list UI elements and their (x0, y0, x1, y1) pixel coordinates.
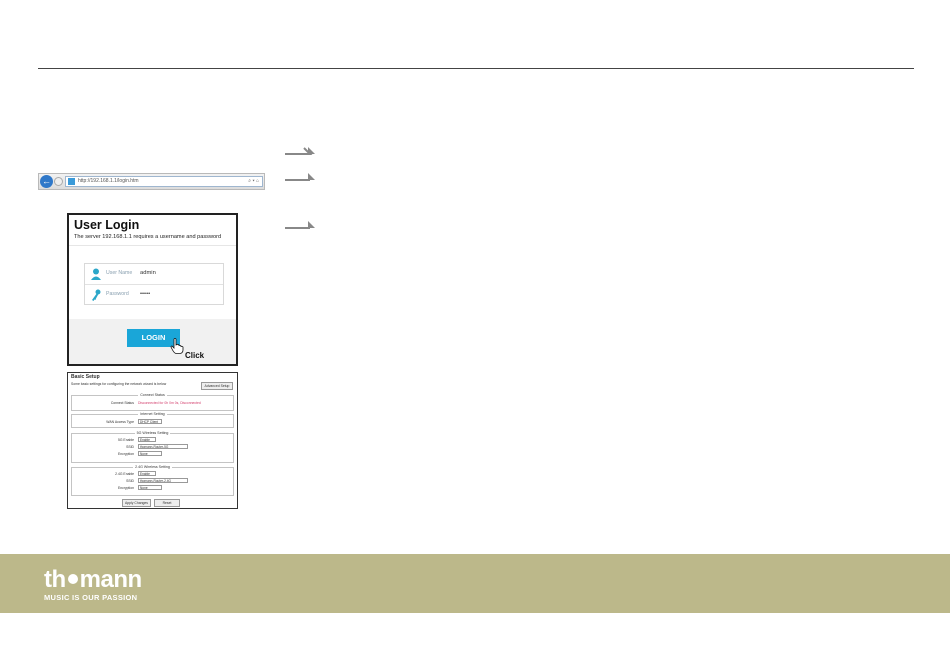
username-label: User Name (106, 270, 133, 276)
hand-cursor-icon (170, 338, 184, 354)
browser-address-bar: ← http://192.168.1.1/login.htm ⌕ ▾ ⌂ (38, 173, 265, 190)
encryption-24g-select[interactable]: None (138, 485, 162, 490)
click-label: Click (185, 351, 205, 360)
advanced-setup-button[interactable]: Advanced Setup (201, 382, 233, 390)
connect-status-value: Disconnected for 0h 0m 0s, Disconnected (138, 401, 201, 405)
login-subtitle: The server 192.168.1.1 requires a userna… (74, 234, 222, 240)
password-input[interactable]: ••••• (140, 291, 150, 297)
user-icon (91, 268, 101, 280)
basic-setup-panel: Basic Setup Some basic settings for conf… (67, 372, 238, 509)
header-rule (38, 68, 914, 69)
internet-setting-section: Internet Setting WAN Access Type DHCP Cl… (71, 412, 234, 428)
connect-status-label: Connect Status (110, 401, 134, 405)
username-input[interactable]: admin (140, 270, 156, 276)
thomann-logo: th mann (44, 568, 142, 592)
logo-text-right: mann (79, 566, 143, 593)
ssid-24g-label: SSID (126, 479, 134, 483)
ssid-24g-input[interactable]: thomann-Router-2.4G (138, 478, 188, 483)
wireless-5g-section: 5G Wireless Setting 5G Enable Enable SSI… (71, 431, 234, 463)
arrow-right-icon (285, 173, 315, 181)
enable-5g-label: 5G Enable (117, 438, 134, 442)
wireless-24g-section: 2.4G Wireless Setting 2.4G Enable Enable… (71, 465, 234, 496)
arrow-right-icon (285, 147, 315, 155)
back-arrow-icon[interactable]: ← (40, 175, 53, 188)
wireless-24g-header: 2.4G Wireless Setting (133, 465, 172, 469)
reset-button[interactable]: Reset (154, 499, 180, 507)
password-row[interactable]: Password ••••• (85, 285, 223, 305)
encryption-5g-label: Encryption (117, 452, 134, 456)
key-icon (92, 289, 101, 301)
encryption-24g-label: Encryption (117, 486, 134, 490)
address-tools: ⌕ ▾ ⌂ (248, 178, 259, 184)
login-title: User Login (74, 218, 140, 232)
address-field[interactable]: http://192.168.1.1/login.htm ⌕ ▾ ⌂ (65, 176, 263, 187)
enable-24g-select[interactable]: Enable (138, 471, 156, 476)
setup-title: Basic Setup (71, 374, 100, 380)
login-form: User Name admin Password ••••• (84, 263, 224, 305)
internet-setting-header: Internet Setting (138, 412, 167, 416)
login-dialog: User Login The server 192.168.1.1 requir… (67, 213, 238, 366)
apply-changes-button[interactable]: Apply Changes (122, 499, 151, 507)
ssid-5g-input[interactable]: thomann-Router-5G (138, 444, 188, 449)
forward-icon[interactable] (54, 177, 63, 186)
enable-5g-select[interactable]: Enable (138, 437, 156, 442)
enable-24g-label: 2.4G Enable (115, 472, 134, 476)
brand-footer-bar (0, 554, 950, 613)
wan-access-type-select[interactable]: DHCP Client (138, 419, 162, 424)
arrow-right-icon (285, 221, 315, 229)
password-label: Password (106, 291, 129, 297)
logo-text-left: th (44, 566, 66, 593)
username-row[interactable]: User Name admin (85, 264, 223, 285)
encryption-5g-select[interactable]: None (138, 451, 162, 456)
connect-status-header: Connect Status (138, 393, 167, 397)
connect-status-section: Connect Status Connect Status Disconnect… (71, 393, 234, 411)
favicon-icon (68, 178, 75, 185)
logo-dot-icon (67, 574, 78, 585)
ssid-5g-label: SSID (126, 445, 134, 449)
setup-description: Some basic settings for configuring the … (71, 382, 167, 386)
login-footer: LOGIN Click (69, 319, 236, 364)
brand-tagline: MUSIC IS OUR PASSION (44, 593, 138, 602)
url-text: http://192.168.1.1/login.htm (78, 178, 139, 184)
wan-access-type-label: WAN Access Type (106, 420, 134, 424)
wireless-5g-header: 5G Wireless Setting (134, 431, 171, 435)
